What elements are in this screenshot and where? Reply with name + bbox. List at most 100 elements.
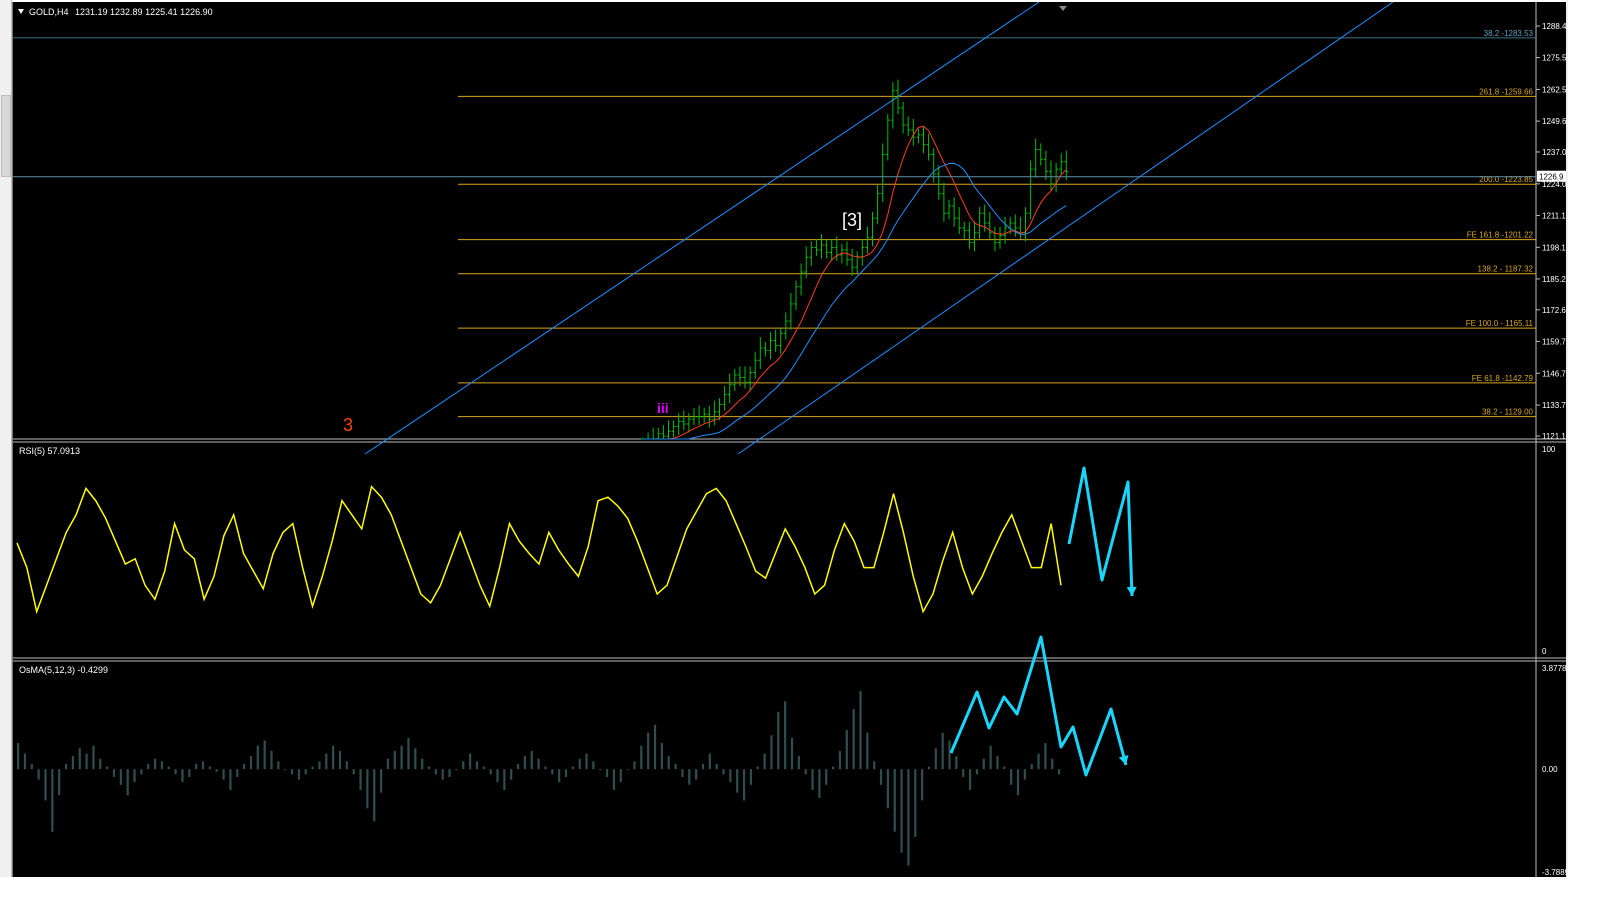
osma-axis-label-min: -3.7889 [1542,868,1566,877]
osma-bar [229,769,232,791]
osma-bar [948,740,951,770]
osma-bar [44,769,47,801]
osma-bar [681,769,684,777]
trend-channel [364,2,1394,455]
fib-level-label: 38.2 -1283.53 [1484,29,1534,38]
channel-lower-line [737,2,1394,455]
osma-bar [619,769,622,783]
osma-bar [441,769,444,780]
price-axis-label: 1185.2 [1542,275,1566,284]
wave-label-red-3: 3 [343,415,353,435]
osma-bar [907,769,910,866]
osma-bar [17,743,20,770]
osma-bar [996,756,999,770]
price-axis-label: 1146.7 [1542,369,1566,378]
osma-bar [243,763,246,770]
chart-menu-triangle-icon[interactable] [18,9,24,14]
osma-bar [153,758,157,770]
osma-indicator-label: OsMA(5,12,3) -0.4299 [19,665,108,675]
osma-bar [715,763,718,770]
price-axis-label: 1211.1 [1542,211,1566,220]
fib-level-label: FE 100.0 - 1165.11 [1466,319,1534,328]
osma-bar [825,769,828,785]
fib-level-label: 38.2 - 1129.00 [1482,408,1534,417]
osma-bar [421,758,424,770]
fib-level-label: 261.8 -1259.66 [1479,87,1533,96]
osma-bar [770,735,773,770]
osma-bar [968,769,972,791]
osma-bar [818,769,821,798]
osma-bar [37,769,40,780]
osma-bar [359,769,362,791]
osma-bar [236,769,239,777]
osma-bar [859,690,862,770]
osma-bar [448,769,451,777]
osma-bar [92,745,95,770]
osma-axis-label-zero: 0.00 [1542,765,1558,774]
osma-bar [160,761,164,770]
osma-bar [181,769,184,783]
osma-bar [516,763,520,770]
fib-level-label: FE 161.8 -1201.22 [1467,231,1534,240]
osma-bar [879,769,883,785]
osma-bar [845,730,848,770]
osma-bar [695,769,698,780]
osma-bar [1016,769,1020,796]
osma-bar [23,753,27,770]
osma-bar [975,769,979,775]
osma-bar [112,769,116,777]
osma-bar [297,769,300,780]
trading-terminal: GOLD,H4 1231.19 1232.89 1225.41 1226.90 … [0,0,1568,877]
osma-bar [756,766,759,770]
osma-bar [571,766,574,770]
chart-window[interactable]: GOLD,H4 1231.19 1232.89 1225.41 1226.90 … [12,2,1566,877]
osma-bar [222,769,225,780]
osma-bar [1023,769,1026,780]
projection-arrows [949,466,1137,777]
osma-bar [1003,766,1006,770]
price-axis-label: 1262.5 [1542,85,1566,94]
osma-bar [530,750,533,770]
price-bars [641,79,1069,440]
osma-bar [551,769,554,775]
osma-bar [688,769,691,785]
osma-bar [325,753,328,770]
osma-bar [640,745,643,770]
osma-bar [1044,743,1047,770]
osma-bar [763,753,766,770]
osma-bar [784,701,787,770]
price-axis-label: 1133.7 [1542,401,1566,410]
osma-bar [653,724,657,770]
osma-bar [263,740,266,770]
osma-bar [982,758,985,770]
osma-bar [914,769,917,837]
osma-bar [866,732,869,770]
osma-bar [462,761,465,770]
osma-bar [277,761,280,770]
osma-bar [469,753,472,770]
osma-bar [592,761,595,770]
toolbar-scroll-handle[interactable] [1,95,11,177]
osma-bar [400,745,403,770]
chart-canvas[interactable]: GOLD,H4 1231.19 1232.89 1225.41 1226.90 … [13,2,1566,877]
osma-bar [482,766,485,770]
channel-upper-line [364,2,1040,455]
osma-bar [30,763,33,770]
osma-bar [188,769,191,777]
osma-bar [373,769,376,822]
osma-bar [722,769,725,775]
osma-bar [729,769,732,783]
right-window-edge [1566,0,1568,877]
osma-bar [1010,769,1013,785]
osma-bar [927,766,931,770]
scroll-position-marker-icon[interactable] [1059,6,1067,11]
osma-bar [804,769,807,775]
osma-bar [249,756,253,770]
osma-bar [167,766,170,770]
osma-bar [256,745,259,770]
osma-bar [955,756,958,770]
fib-level-label: 138.2 - 1187.32 [1478,265,1534,274]
osma-bar [852,709,855,770]
osma-bar [605,769,609,777]
price-axis-label: 1159.7 [1542,337,1566,346]
